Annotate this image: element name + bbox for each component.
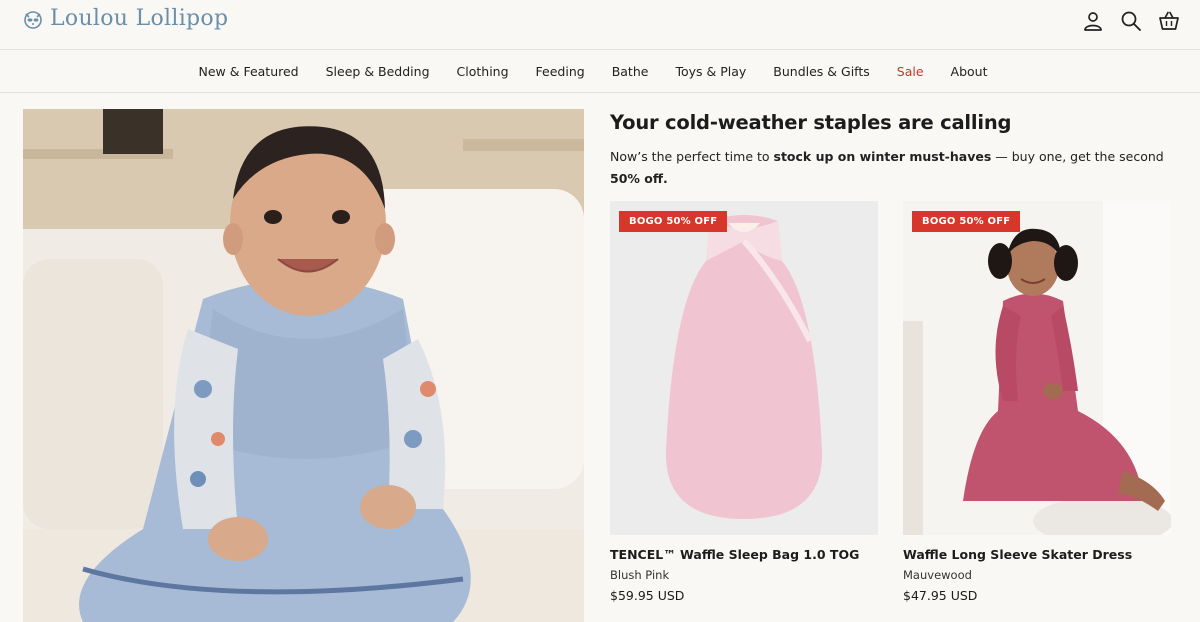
brand-logo[interactable]: Loulou Lollipop — [22, 6, 228, 31]
main-nav: New & Featured Sleep & Bedding Clothing … — [0, 51, 1200, 93]
nav-item-toys-play[interactable]: Toys & Play — [662, 64, 760, 79]
product-price: $47.95 USD — [903, 588, 978, 603]
nav-item-bundles-gifts[interactable]: Bundles & Gifts — [760, 64, 883, 79]
girl-in-dress-photo — [903, 201, 1171, 535]
site-header: Loulou Lollipop — [0, 0, 1200, 50]
search-icon[interactable] — [1120, 10, 1142, 32]
nav-item-bathe[interactable]: Bathe — [598, 64, 662, 79]
nav-item-about[interactable]: About — [937, 64, 1001, 79]
nav-item-sleep-bedding[interactable]: Sleep & Bedding — [312, 64, 443, 79]
product-name[interactable]: TENCEL™ Waffle Sleep Bag 1.0 TOG — [610, 547, 878, 562]
cart-icon[interactable] — [1158, 10, 1180, 32]
header-actions — [1082, 10, 1180, 32]
bogo-badge: BOGO 50% OFF — [912, 211, 1021, 232]
promo-text-emphasis: stock up on winter must-haves — [773, 149, 992, 164]
product-variant: Mauvewood — [903, 568, 972, 582]
brand-name: Loulou Lollipop — [50, 6, 229, 31]
promo-text-part: Now’s the perfect time to — [610, 149, 774, 164]
hero-image[interactable] — [23, 109, 584, 622]
product-image[interactable]: BOGO 50% OFF — [903, 201, 1171, 535]
product-variant: Blush Pink — [610, 568, 670, 582]
product-card[interactable]: BOGO 50% OFF TENCEL™ Waffle Sleep Bag 1.… — [610, 201, 878, 603]
nav-item-feeding[interactable]: Feeding — [522, 64, 598, 79]
product-name[interactable]: Waffle Long Sleeve Skater Dress — [903, 547, 1171, 562]
promo-description: Now’s the perfect time to stock up on wi… — [610, 146, 1170, 190]
product-image[interactable]: BOGO 50% OFF — [610, 201, 878, 535]
product-price: $59.95 USD — [610, 588, 685, 603]
baby-in-sleep-bag-photo — [23, 109, 584, 622]
nav-item-new-featured[interactable]: New & Featured — [185, 64, 312, 79]
product-card[interactable]: BOGO 50% OFF Waffle Long Sleeve Skater D… — [903, 201, 1171, 603]
promo-title: Your cold-weather staples are calling — [610, 111, 1012, 134]
nav-item-sale[interactable]: Sale — [883, 64, 937, 79]
nav-item-clothing[interactable]: Clothing — [443, 64, 522, 79]
promo-text-part: — buy one, get the second — [991, 149, 1164, 164]
account-icon[interactable] — [1082, 10, 1104, 32]
sleep-bag-photo — [610, 201, 878, 535]
promo-text-emphasis: 50% off. — [610, 171, 668, 186]
bogo-badge: BOGO 50% OFF — [619, 211, 728, 232]
raccoon-logo-icon — [24, 10, 42, 29]
